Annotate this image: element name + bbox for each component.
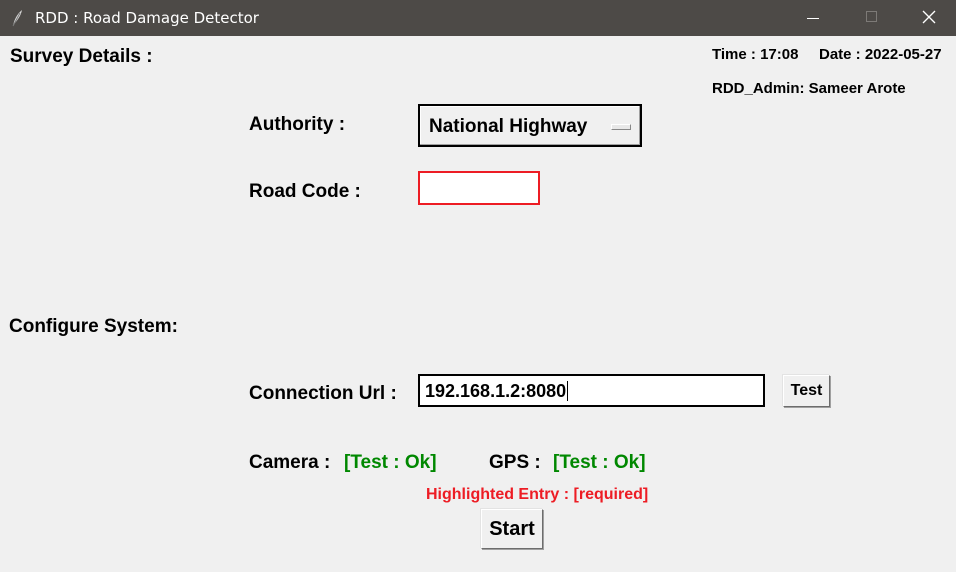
survey-details-heading: Survey Details : — [10, 46, 153, 67]
close-button[interactable] — [900, 0, 956, 36]
required-note: Highlighted Entry : [required] — [426, 486, 649, 503]
connection-url-label: Connection Url : — [249, 383, 397, 404]
camera-label: Camera : — [249, 452, 331, 473]
configure-system-heading: Configure System: — [9, 316, 178, 337]
maximize-button[interactable] — [842, 0, 900, 36]
minimize-icon — [807, 18, 819, 19]
text-caret — [567, 381, 569, 401]
connection-url-value: 192.168.1.2:8080 — [425, 381, 569, 401]
close-icon — [922, 10, 936, 24]
maximize-icon — [866, 11, 877, 22]
feather-icon — [10, 9, 24, 27]
time-display: Time : 17:08 — [712, 46, 799, 63]
test-button[interactable]: Test — [783, 375, 830, 407]
gps-status: [Test : Ok] — [553, 452, 646, 473]
minimize-button[interactable] — [784, 0, 842, 36]
camera-status: [Test : Ok] — [344, 452, 437, 473]
date-display: Date : 2022-05-27 — [819, 46, 942, 63]
title-bar: RDD : Road Damage Detector — [0, 0, 956, 36]
window-title: RDD : Road Damage Detector — [35, 9, 259, 27]
authority-label: Authority : — [249, 114, 346, 135]
start-button[interactable]: Start — [481, 509, 543, 549]
connection-url-input[interactable]: 192.168.1.2:8080 — [418, 374, 765, 407]
road-code-label: Road Code : — [249, 181, 361, 202]
user-display: RDD_Admin: Sameer Arote — [712, 80, 906, 97]
road-code-input[interactable] — [418, 171, 540, 205]
dropdown-indicator-icon — [611, 124, 631, 130]
gps-label: GPS : — [489, 452, 541, 473]
authority-value: National Highway — [429, 116, 588, 137]
authority-dropdown[interactable]: National Highway — [418, 104, 642, 147]
